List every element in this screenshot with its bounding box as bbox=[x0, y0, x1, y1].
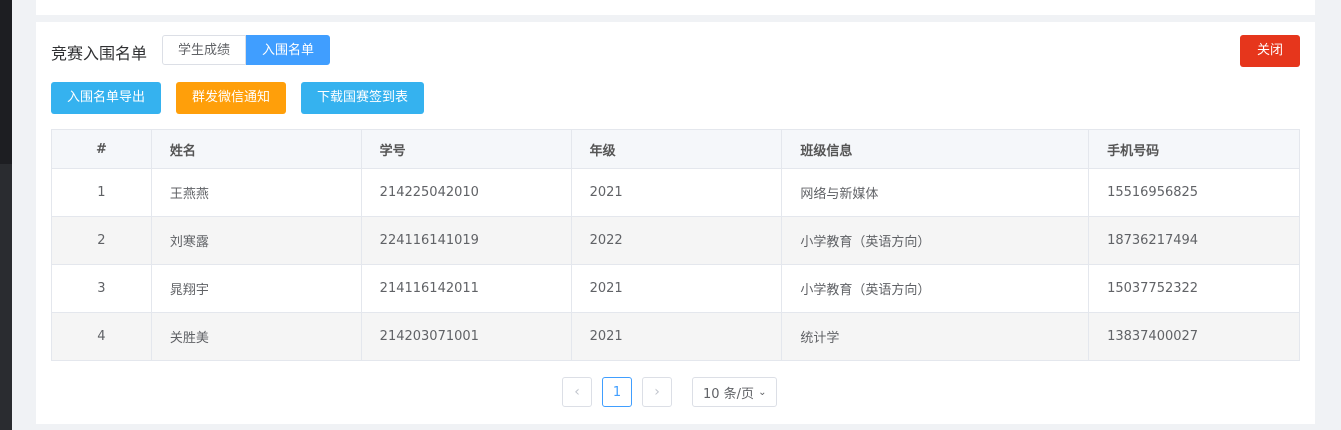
cell-grade: 2021 bbox=[570, 264, 783, 313]
cell-phone: 13837400027 bbox=[1088, 312, 1300, 361]
cell-class: 网络与新媒体 bbox=[781, 168, 1090, 217]
cell-class: 小学教育（英语方向） bbox=[781, 264, 1090, 313]
table-row[interactable]: 2 刘寒露 224116141019 2022 小学教育（英语方向） 18736… bbox=[51, 216, 1300, 265]
wechat-notify-button[interactable]: 群发微信通知 bbox=[176, 82, 287, 114]
table-row[interactable]: 4 关胜美 214203071001 2021 统计学 13837400027 bbox=[51, 312, 1300, 361]
next-page-button[interactable]: › bbox=[642, 377, 672, 407]
pagination: ‹ 1 › 10 条/页 ⌄ bbox=[562, 377, 778, 407]
tab-group: 学生成绩 入围名单 bbox=[162, 35, 331, 65]
close-button[interactable]: 关闭 bbox=[1240, 35, 1300, 67]
cell-name: 王燕燕 bbox=[150, 168, 362, 217]
shortlist-table: # 姓名 学号 年级 班级信息 手机号码 1 王燕燕 214225042010 … bbox=[51, 129, 1300, 361]
left-dark-strip bbox=[0, 0, 12, 430]
page-size-select[interactable]: 10 条/页 ⌄ bbox=[692, 377, 778, 407]
chevron-right-icon: › bbox=[654, 384, 660, 400]
cell-phone: 15516956825 bbox=[1088, 168, 1300, 217]
page-size-label: 10 条/页 bbox=[703, 386, 755, 402]
cell-phone: 15037752322 bbox=[1088, 264, 1300, 313]
cell-index: 2 bbox=[51, 216, 152, 265]
shortlist-panel: 竞赛入围名单 学生成绩 入围名单 关闭 入围名单导出 群发微信通知 下载国赛签到… bbox=[36, 22, 1315, 424]
cell-index: 1 bbox=[51, 168, 152, 217]
column-header-student-id[interactable]: 学号 bbox=[360, 129, 572, 169]
cell-student-id: 224116141019 bbox=[360, 216, 572, 265]
cell-grade: 2022 bbox=[570, 216, 783, 265]
chevron-left-icon: ‹ bbox=[574, 384, 580, 400]
tab-shortlist[interactable]: 入围名单 bbox=[246, 35, 331, 65]
table-row[interactable]: 1 王燕燕 214225042010 2021 网络与新媒体 155169568… bbox=[51, 168, 1300, 217]
cell-student-id: 214225042010 bbox=[360, 168, 572, 217]
export-shortlist-button[interactable]: 入围名单导出 bbox=[51, 82, 162, 114]
cell-class: 小学教育（英语方向） bbox=[781, 216, 1090, 265]
tab-student-scores[interactable]: 学生成绩 bbox=[162, 35, 247, 65]
table-header-row: # 姓名 学号 年级 班级信息 手机号码 bbox=[51, 129, 1300, 169]
download-signin-sheet-button[interactable]: 下载国赛签到表 bbox=[301, 82, 425, 114]
cell-name: 关胜美 bbox=[150, 312, 362, 361]
cell-index: 4 bbox=[51, 312, 152, 361]
chevron-down-icon: ⌄ bbox=[758, 386, 767, 398]
table-row[interactable]: 3 晁翔宇 214116142011 2021 小学教育（英语方向） 15037… bbox=[51, 264, 1300, 313]
column-header-name[interactable]: 姓名 bbox=[150, 129, 362, 169]
cell-grade: 2021 bbox=[570, 312, 783, 361]
prev-page-button[interactable]: ‹ bbox=[562, 377, 592, 407]
cell-student-id: 214203071001 bbox=[360, 312, 572, 361]
action-bar: 入围名单导出 群发微信通知 下载国赛签到表 bbox=[51, 82, 425, 114]
cell-grade: 2021 bbox=[570, 168, 783, 217]
cell-index: 3 bbox=[51, 264, 152, 313]
column-header-phone[interactable]: 手机号码 bbox=[1088, 129, 1300, 169]
cell-phone: 18736217494 bbox=[1088, 216, 1300, 265]
page-title: 竞赛入围名单 bbox=[51, 44, 148, 63]
page-number-button[interactable]: 1 bbox=[602, 377, 632, 407]
cell-class: 统计学 bbox=[781, 312, 1090, 361]
cell-name: 晁翔宇 bbox=[150, 264, 362, 313]
column-header-index[interactable]: # bbox=[51, 129, 152, 169]
left-dark-strip-lower bbox=[0, 164, 12, 430]
column-header-grade[interactable]: 年级 bbox=[570, 129, 783, 169]
cell-student-id: 214116142011 bbox=[360, 264, 572, 313]
column-header-class[interactable]: 班级信息 bbox=[781, 129, 1090, 169]
cell-name: 刘寒露 bbox=[150, 216, 362, 265]
top-card bbox=[36, 0, 1315, 15]
